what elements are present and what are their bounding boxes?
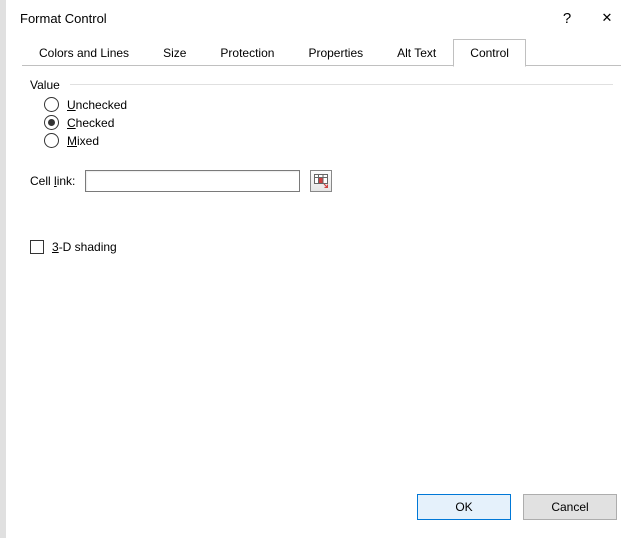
tab-colors-and-lines[interactable]: Colors and Lines [22, 39, 146, 66]
tab-control[interactable]: Control [453, 39, 526, 67]
tab-alt-text[interactable]: Alt Text [380, 39, 453, 66]
radio-mixed[interactable] [44, 133, 59, 148]
cell-link-input[interactable] [85, 170, 300, 192]
dialog-buttons: OK Cancel [417, 494, 617, 520]
radio-unchecked[interactable] [44, 97, 59, 112]
dialog-title: Format Control [20, 11, 547, 26]
help-button[interactable]: ? [547, 3, 587, 33]
shading-checkbox[interactable] [30, 240, 44, 254]
format-control-dialog: Format Control ? ✕ Colors and Lines Size… [0, 0, 637, 538]
value-group-divider [70, 84, 613, 85]
tab-properties[interactable]: Properties [291, 39, 380, 66]
titlebar: Format Control ? ✕ [6, 0, 637, 36]
radio-checked-label: Checked [67, 116, 114, 130]
tabstrip: Colors and Lines Size Protection Propert… [6, 36, 637, 66]
radio-unchecked-row[interactable]: Unchecked [44, 97, 613, 112]
close-button[interactable]: ✕ [587, 3, 627, 33]
tab-protection[interactable]: Protection [203, 39, 291, 66]
radio-checked-row[interactable]: Checked [44, 115, 613, 130]
control-panel: Value Unchecked Checked Mixed Cell link: [6, 66, 637, 266]
radio-unchecked-label: Unchecked [67, 98, 127, 112]
cell-link-label: Cell link: [30, 174, 75, 188]
shading-label: 3-D shading [52, 240, 117, 254]
ok-button[interactable]: OK [417, 494, 511, 520]
cancel-button[interactable]: Cancel [523, 494, 617, 520]
tab-size[interactable]: Size [146, 39, 203, 66]
radio-mixed-label: Mixed [67, 134, 99, 148]
range-picker-button[interactable] [310, 170, 332, 192]
shading-row[interactable]: 3-D shading [30, 240, 613, 254]
cell-link-row: Cell link: [30, 170, 613, 192]
value-group-label: Value [30, 78, 613, 92]
radio-mixed-row[interactable]: Mixed [44, 133, 613, 148]
radio-checked[interactable] [44, 115, 59, 130]
range-picker-icon [314, 174, 328, 188]
